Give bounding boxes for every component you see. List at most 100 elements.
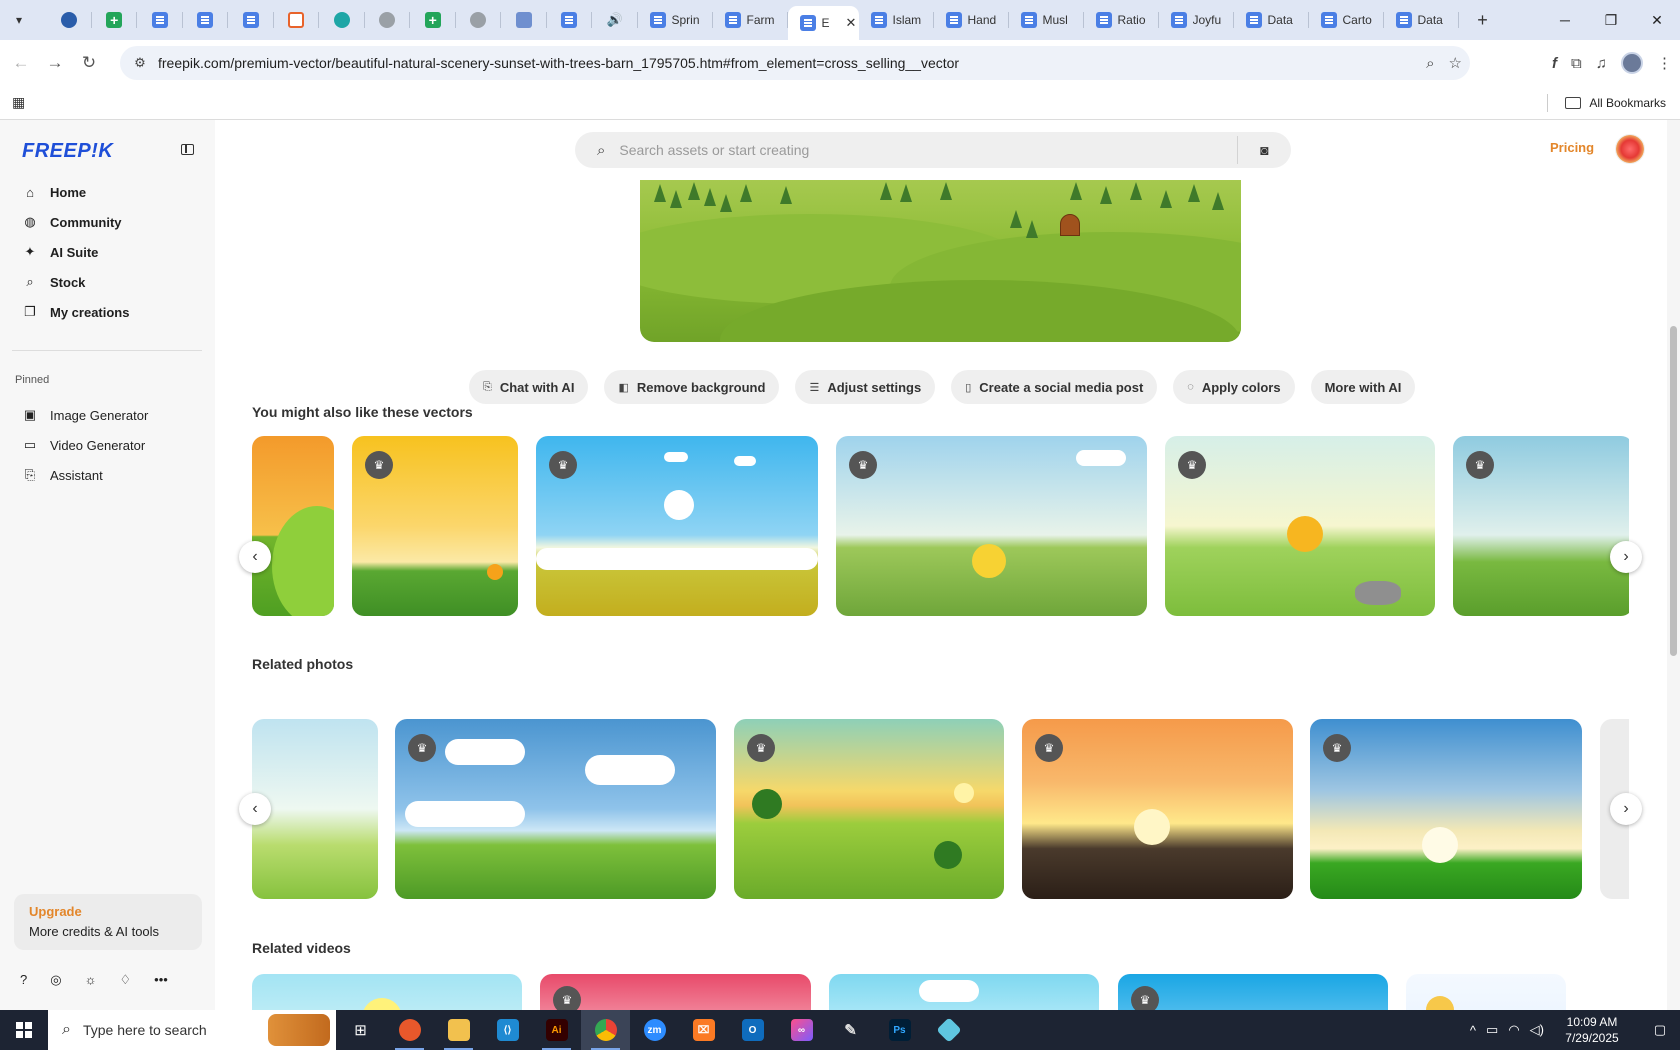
user-avatar[interactable] bbox=[1615, 134, 1645, 164]
taskbar-chrome[interactable] bbox=[581, 1010, 630, 1050]
forward-button[interactable]: → bbox=[38, 46, 72, 80]
vector-card[interactable]: ♛ bbox=[1453, 436, 1629, 616]
close-tab-icon[interactable]: ✕ bbox=[846, 15, 857, 31]
browser-menu-icon[interactable]: ⋮ bbox=[1657, 54, 1672, 72]
start-button[interactable] bbox=[0, 1010, 48, 1050]
photo-card[interactable]: ♛ bbox=[395, 719, 716, 899]
browser-tab[interactable]: Islam bbox=[859, 0, 934, 40]
photos-next-arrow[interactable]: › bbox=[1610, 793, 1642, 825]
photos-prev-arrow[interactable]: ‹ bbox=[239, 793, 271, 825]
apps-grid-icon[interactable]: ▦ bbox=[12, 94, 25, 111]
browser-tab[interactable]: Joyfu bbox=[1159, 0, 1234, 40]
all-bookmarks-button[interactable]: All Bookmarks bbox=[1547, 86, 1666, 120]
photo-card[interactable]: ♛ bbox=[734, 719, 1004, 899]
help-icon[interactable]: ? bbox=[20, 972, 27, 988]
pricing-link[interactable]: Pricing bbox=[1550, 140, 1594, 155]
sidebar-item-image-generator[interactable]: ▣ Image Generator bbox=[12, 400, 202, 430]
url-text[interactable]: freepik.com/premium-vector/beautiful-nat… bbox=[158, 55, 959, 71]
site-info-icon[interactable]: ⚙ bbox=[126, 55, 154, 71]
pinned-tab[interactable] bbox=[92, 0, 138, 40]
apply-colors-button[interactable]: ◌ Apply colors bbox=[1173, 370, 1295, 404]
browser-tab[interactable]: Hand bbox=[934, 0, 1009, 40]
pinned-tab[interactable] bbox=[137, 0, 183, 40]
minimize-icon[interactable]: ─ bbox=[1542, 0, 1588, 40]
pinned-tab[interactable] bbox=[183, 0, 229, 40]
scrollbar-thumb[interactable] bbox=[1670, 326, 1677, 656]
vectors-prev-arrow[interactable]: ‹ bbox=[239, 541, 271, 573]
main-preview-image[interactable] bbox=[640, 180, 1241, 342]
wifi-icon[interactable]: ◠ bbox=[1508, 1022, 1519, 1038]
browser-tab[interactable]: Musl bbox=[1009, 0, 1084, 40]
browser-tab[interactable]: Data bbox=[1384, 0, 1459, 40]
extensions-icon[interactable]: ⧉ bbox=[1571, 55, 1582, 72]
sidebar-item-community[interactable]: ◍ Community bbox=[12, 207, 202, 237]
tray-expand-icon[interactable]: ^ bbox=[1470, 1023, 1476, 1038]
freepik-logo[interactable]: FREEP!K bbox=[22, 140, 113, 163]
create-a-social-media-post-button[interactable]: ▯ Create a social media post bbox=[951, 370, 1158, 404]
more-options-icon[interactable]: ••• bbox=[154, 972, 168, 988]
taskbar-app-diamond[interactable] bbox=[924, 1010, 973, 1050]
notification-center-icon[interactable]: ▢ bbox=[1640, 1022, 1680, 1038]
pinned-tab[interactable]: 🔊 bbox=[592, 0, 638, 40]
profile-avatar[interactable] bbox=[1621, 52, 1643, 74]
notification-bell-icon[interactable]: ♢ bbox=[120, 972, 132, 988]
browser-tab[interactable]: Sprin bbox=[638, 0, 713, 40]
photos-carousel[interactable]: ♛ ♛ ♛ ♛ bbox=[252, 719, 1629, 899]
pinned-tab[interactable] bbox=[365, 0, 411, 40]
media-control-icon[interactable]: ♫ bbox=[1596, 55, 1607, 72]
back-button[interactable]: ← bbox=[4, 46, 38, 80]
active-tab[interactable]: E ✕ bbox=[787, 6, 859, 40]
video-card[interactable]: ♛ bbox=[1118, 974, 1388, 1010]
bookmark-star-icon[interactable]: ☆ bbox=[1449, 54, 1462, 72]
search-input[interactable] bbox=[619, 142, 1220, 158]
vector-card[interactable]: ♛ bbox=[836, 436, 1147, 616]
taskbar-photoshop[interactable]: Ps bbox=[875, 1010, 924, 1050]
adjust-settings-button[interactable]: ☰ Adjust settings bbox=[795, 370, 936, 404]
close-window-icon[interactable]: ✕ bbox=[1634, 0, 1680, 40]
sidebar-item-my-creations[interactable]: ❐ My creations bbox=[12, 297, 202, 327]
more-with-ai-button[interactable]: More with AI bbox=[1310, 370, 1416, 404]
browser-tab[interactable]: Ratio bbox=[1084, 0, 1159, 40]
pinned-tab[interactable] bbox=[274, 0, 320, 40]
taskbar-pen-tool[interactable]: ✎ bbox=[826, 1010, 875, 1050]
taskbar-file-explorer[interactable] bbox=[434, 1010, 483, 1050]
taskbar-vscode[interactable]: ⟨⟩ bbox=[483, 1010, 532, 1050]
discord-icon[interactable]: ◎ bbox=[50, 972, 61, 988]
taskbar-outlook[interactable]: O bbox=[728, 1010, 777, 1050]
pinned-tab[interactable] bbox=[228, 0, 274, 40]
sidebar-item-ai-suite[interactable]: ✦ AI Suite bbox=[12, 237, 202, 267]
browser-tab[interactable]: Carto bbox=[1309, 0, 1384, 40]
page-scrollbar[interactable] bbox=[1667, 120, 1680, 1010]
video-card[interactable] bbox=[1406, 974, 1566, 1010]
sidebar-item-assistant[interactable]: ⎘ Assistant bbox=[12, 460, 202, 490]
taskbar-illustrator[interactable]: Ai bbox=[532, 1010, 581, 1050]
network-icon[interactable]: ▭ bbox=[1486, 1022, 1498, 1038]
vectors-next-arrow[interactable]: › bbox=[1610, 541, 1642, 573]
pinned-tab[interactable] bbox=[547, 0, 593, 40]
taskbar-xampp[interactable]: ⌧ bbox=[679, 1010, 728, 1050]
vector-card[interactable]: ♛ bbox=[352, 436, 518, 616]
new-tab-button[interactable]: + bbox=[1469, 10, 1497, 31]
video-card[interactable] bbox=[252, 974, 522, 1010]
sidebar-collapse-icon[interactable] bbox=[181, 144, 194, 155]
sidebar-item-stock[interactable]: ⌕ Stock bbox=[12, 267, 202, 297]
vector-card[interactable] bbox=[252, 436, 334, 616]
vector-card[interactable]: ♛ bbox=[1165, 436, 1435, 616]
video-card[interactable]: ♛ bbox=[540, 974, 811, 1010]
taskbar-creative-cloud[interactable]: ∞ bbox=[777, 1010, 826, 1050]
taskbar-firefox[interactable] bbox=[385, 1010, 434, 1050]
restore-icon[interactable]: ❐ bbox=[1588, 0, 1634, 40]
remove-background-button[interactable]: ◧ Remove background bbox=[604, 370, 780, 404]
reload-button[interactable]: ↻ bbox=[72, 46, 106, 80]
taskbar-clock[interactable]: 10:09 AM 7/29/2025 bbox=[1554, 1014, 1630, 1046]
upgrade-card[interactable]: Upgrade More credits & AI tools bbox=[14, 894, 202, 950]
browser-tab[interactable]: Farm bbox=[713, 0, 788, 40]
photo-card[interactable]: ♛ bbox=[1022, 719, 1293, 899]
address-bar[interactable]: ⚙ freepik.com/premium-vector/beautiful-n… bbox=[120, 46, 1470, 80]
pinned-tab[interactable] bbox=[410, 0, 456, 40]
camera-search-icon[interactable]: ◙ bbox=[1237, 136, 1291, 164]
theme-sun-icon[interactable]: ☼ bbox=[85, 972, 97, 988]
task-view-button[interactable]: ⊞ bbox=[336, 1010, 385, 1050]
video-card[interactable] bbox=[829, 974, 1099, 1010]
browser-tab[interactable]: Data bbox=[1234, 0, 1309, 40]
